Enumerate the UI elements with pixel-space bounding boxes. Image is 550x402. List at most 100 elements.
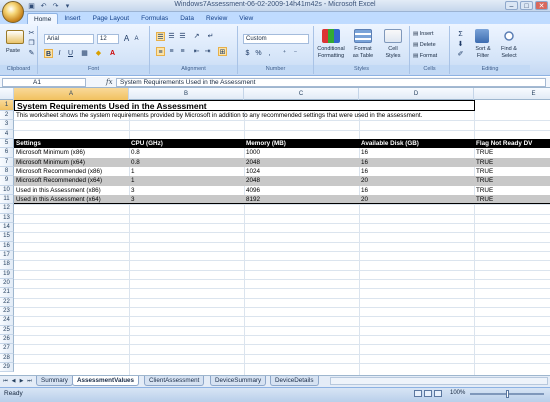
paste-button[interactable]: Paste [2, 47, 24, 56]
row-header[interactable]: 15 [0, 232, 14, 242]
percent-button[interactable]: % [254, 49, 263, 58]
indent-increase-icon[interactable]: ⇥ [203, 47, 212, 56]
row-header[interactable]: 22 [0, 297, 14, 307]
sort-filter-icon[interactable] [475, 29, 489, 43]
row-header[interactable]: 12 [0, 204, 14, 214]
sheet-title-cell[interactable]: System Requirements Used in the Assessme… [14, 100, 475, 111]
align-left-icon[interactable]: ≡ [156, 47, 165, 56]
header-available-disk[interactable]: Available Disk (GB) [359, 139, 474, 149]
italic-button[interactable]: I [55, 49, 64, 58]
row-header[interactable]: 27 [0, 344, 14, 354]
normal-view-icon[interactable] [414, 390, 422, 397]
table-cell[interactable]: 20 [359, 176, 474, 186]
column-header-b[interactable]: B [129, 88, 244, 100]
prev-sheet-icon[interactable]: ◀ [10, 377, 17, 385]
align-center-icon[interactable]: ≡ [167, 47, 176, 56]
column-header-e[interactable]: E [474, 88, 550, 100]
indent-decrease-icon[interactable]: ⇤ [192, 47, 201, 56]
column-header-a[interactable]: A [14, 88, 129, 100]
delete-cells-button[interactable]: ▤ Delete [412, 41, 448, 50]
table-cell[interactable]: 16 [359, 148, 474, 157]
cut-icon[interactable]: ✂ [27, 29, 36, 38]
select-all-corner[interactable] [0, 88, 14, 100]
row-header[interactable]: 16 [0, 241, 14, 251]
row-header[interactable]: 13 [0, 213, 14, 223]
header-memory[interactable]: Memory (MB) [244, 139, 359, 149]
decrease-decimal-icon[interactable]: ⁻ [291, 49, 300, 58]
close-button[interactable]: ✕ [535, 1, 548, 10]
row-header[interactable]: 21 [0, 288, 14, 298]
align-top-icon[interactable]: ☰ [156, 32, 165, 41]
table-cell[interactable]: Microsoft Minimum (x86) [14, 148, 129, 157]
tab-formulas[interactable]: Formulas [135, 13, 174, 24]
zoom-slider-thumb[interactable] [506, 390, 509, 398]
horizontal-scrollbar[interactable] [330, 377, 548, 385]
format-as-table-button[interactable]: Format as Table [348, 45, 378, 61]
row-header[interactable]: 26 [0, 335, 14, 345]
row-header[interactable]: 2 [0, 111, 14, 121]
increase-decimal-icon[interactable]: ⁺ [280, 49, 289, 58]
row-header[interactable]: 5 [0, 139, 14, 149]
row-header[interactable]: 3 [0, 120, 14, 130]
row-header[interactable]: 1 [0, 100, 14, 111]
table-cell[interactable]: Microsoft Minimum (x64) [14, 157, 129, 167]
row-header[interactable]: 9 [0, 176, 14, 186]
merge-center-icon[interactable]: ⊞ [218, 47, 227, 56]
table-cell[interactable]: 16 [359, 157, 474, 167]
find-select-icon[interactable] [502, 29, 516, 43]
table-cell[interactable]: 16 [359, 167, 474, 176]
zoom-level[interactable]: 100% [450, 390, 465, 396]
table-cell[interactable]: 1 [129, 176, 244, 186]
worksheet-grid[interactable]: A B C D E 1 2 3 4 5 6 7 8 9 10 11 12 13 … [0, 88, 550, 375]
bold-button[interactable]: B [44, 49, 53, 58]
autosum-button[interactable]: Σ [456, 30, 465, 39]
shrink-font-icon[interactable]: A [132, 35, 141, 44]
tab-review[interactable]: Review [200, 13, 233, 24]
align-middle-icon[interactable]: ☰ [167, 32, 176, 41]
row-header[interactable]: 29 [0, 363, 14, 373]
table-cell[interactable]: 16 [359, 186, 474, 195]
row-header[interactable]: 24 [0, 316, 14, 326]
font-color-icon[interactable]: A [108, 49, 117, 58]
table-cell[interactable]: TRUE [474, 157, 550, 167]
table-cell[interactable]: 1 [129, 167, 244, 176]
minimize-button[interactable]: – [505, 1, 518, 10]
page-break-view-icon[interactable] [434, 390, 442, 397]
cell-styles-button[interactable]: Cell Styles [378, 45, 408, 61]
table-cell[interactable]: TRUE [474, 195, 550, 205]
row-header[interactable]: 4 [0, 129, 14, 139]
tab-insert[interactable]: Insert [58, 13, 86, 24]
table-cell[interactable]: Microsoft Recommended (x64) [14, 176, 129, 186]
insert-cells-button[interactable]: ▤ Insert [412, 30, 448, 39]
maximize-button[interactable]: □ [520, 1, 533, 10]
sheet-tab-devicedetails[interactable]: DeviceDetails [270, 376, 319, 386]
tab-page-layout[interactable]: Page Layout [87, 13, 136, 24]
font-name-select[interactable]: Arial [44, 34, 94, 44]
format-painter-icon[interactable]: ✎ [27, 49, 36, 58]
row-header[interactable]: 8 [0, 167, 14, 177]
row-header[interactable]: 28 [0, 353, 14, 363]
currency-button[interactable]: $ [243, 49, 252, 58]
page-layout-view-icon[interactable] [424, 390, 432, 397]
sheet-tab-clientassessment[interactable]: ClientAssessment [144, 376, 205, 386]
row-header[interactable]: 19 [0, 269, 14, 279]
table-cell[interactable]: 20 [359, 195, 474, 205]
fill-color-icon[interactable]: ◆ [94, 49, 103, 58]
cell-styles-icon[interactable] [384, 29, 402, 43]
wrap-text-icon[interactable]: ↵ [206, 32, 215, 41]
tab-home[interactable]: Home [27, 13, 59, 24]
row-header[interactable]: 23 [0, 307, 14, 317]
table-cell[interactable]: 1024 [244, 167, 359, 176]
last-sheet-icon[interactable]: ⏭ [26, 377, 33, 385]
table-cell[interactable]: 2048 [244, 176, 359, 186]
find-select-button[interactable]: Find & Select [496, 45, 522, 61]
table-cell[interactable]: 4096 [244, 186, 359, 195]
number-format-select[interactable]: Custom [243, 34, 309, 44]
row-header[interactable]: 7 [0, 157, 14, 167]
table-cell[interactable]: 2048 [244, 157, 359, 167]
name-box[interactable]: A1 [2, 78, 86, 87]
row-header[interactable]: 10 [0, 185, 14, 195]
row-header[interactable]: 20 [0, 279, 14, 289]
header-flag-not-ready[interactable]: Flag Not Ready DV [474, 139, 550, 149]
table-cell[interactable]: 0.8 [129, 148, 244, 157]
